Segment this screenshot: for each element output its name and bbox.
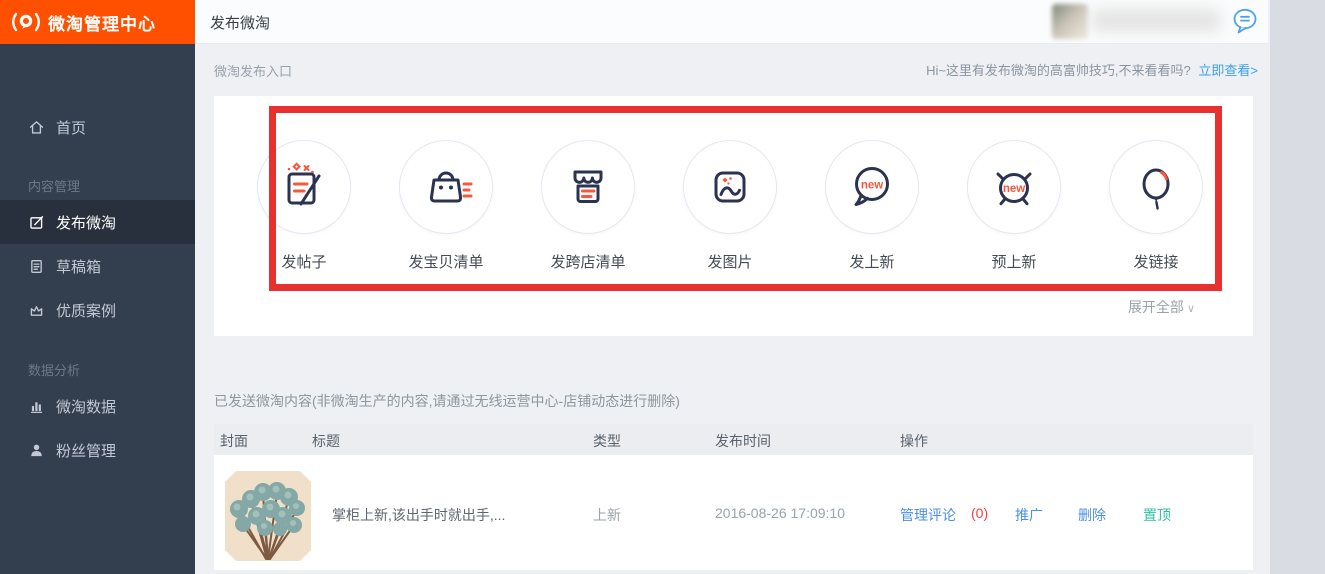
picture-icon — [683, 140, 777, 234]
promote-link[interactable]: 推广 — [1015, 505, 1043, 525]
svg-text:new: new — [861, 180, 883, 192]
sidebar-section-analytics: 数据分析 — [0, 354, 195, 384]
entry-icons-row: 发帖子 发宝贝清单 — [233, 140, 1227, 272]
col-header-publish-time: 发布时间 — [715, 431, 771, 451]
sidebar-item-publish-weitao[interactable]: 发布微淘 — [0, 200, 195, 244]
sidebar-item-label: 草稿箱 — [56, 256, 101, 277]
entry-item-label: 发帖子 — [281, 251, 326, 272]
entry-item-label: 发图片 — [707, 251, 752, 272]
avatar[interactable] — [1052, 4, 1088, 39]
pin-top-link[interactable]: 置顶 — [1143, 505, 1171, 525]
manage-comments-link[interactable]: 管理评论 — [900, 505, 956, 525]
comment-count: (0) — [971, 505, 988, 521]
sidebar-item-home[interactable]: 首页 — [0, 105, 195, 149]
storefront-icon — [541, 140, 635, 234]
main-content: 微淘发布入口 Hi~这里有发布微淘的高富帅技巧,不来看看吗? 立即查看> — [195, 44, 1268, 574]
entry-tip: Hi~这里有发布微淘的高富帅技巧,不来看看吗? 立即查看> — [926, 60, 1258, 79]
row-title: 掌柜上新,该出手时就出手,... — [332, 505, 505, 525]
sidebar-item-label: 发布微淘 — [56, 212, 116, 233]
entry-item-link[interactable]: 发链接 — [1085, 140, 1227, 272]
entry-section-label: 微淘发布入口 — [214, 61, 292, 80]
sidebar-item-label: 微淘数据 — [56, 396, 116, 417]
entry-card: 发帖子 发宝贝清单 — [214, 96, 1253, 336]
published-table: 封面 标题 类型 发布时间 操作 — [214, 424, 1253, 570]
alarm-new-icon: new — [967, 140, 1061, 234]
shopping-bag-icon — [399, 140, 493, 234]
broadcast-bubble-icon — [12, 8, 40, 36]
row-type: 上新 — [593, 505, 621, 525]
sidebar-item-label: 首页 — [56, 117, 86, 138]
table-header-row: 封面 标题 类型 发布时间 操作 — [214, 424, 1253, 455]
entry-item-label: 发跨店清单 — [550, 251, 625, 272]
user-icon — [28, 442, 45, 459]
tip-text: Hi~这里有发布微淘的高富帅技巧,不来看看吗? — [926, 63, 1191, 78]
cover-thumbnail[interactable] — [225, 471, 311, 561]
sidebar-item-label: 优质案例 — [56, 300, 116, 321]
col-header-title: 标题 — [312, 431, 340, 451]
entry-item-new-arrival[interactable]: new 发上新 — [801, 140, 943, 272]
home-icon — [28, 119, 45, 136]
svg-text:new: new — [1003, 183, 1025, 195]
entry-item-picture[interactable]: 发图片 — [659, 140, 801, 272]
entry-item-product-list[interactable]: 发宝贝清单 — [375, 140, 517, 272]
row-publish-time: 2016-08-26 17:09:10 — [715, 505, 845, 521]
brand-logo[interactable]: 微淘管理中心 — [0, 0, 195, 44]
sidebar-nav: 首页 内容管理 发布微淘 草稿箱 — [0, 44, 195, 472]
published-section-label: 已发送微淘内容(非微淘生产的内容,请通过无线运营中心-店铺动态进行删除) — [214, 391, 680, 411]
view-now-link[interactable]: 立即查看> — [1198, 63, 1258, 78]
entry-item-post[interactable]: 发帖子 — [233, 140, 375, 272]
expand-all-label: 展开全部 — [1128, 299, 1184, 315]
draft-doc-icon — [28, 258, 45, 275]
window-edge-strip — [1270, 0, 1325, 574]
entry-item-label: 发上新 — [849, 251, 894, 272]
delete-link[interactable]: 删除 — [1078, 505, 1106, 525]
sidebar-item-label: 粉丝管理 — [56, 440, 116, 461]
col-header-type: 类型 — [593, 431, 621, 451]
edit-square-icon — [28, 214, 45, 231]
topbar: 发布微淘 — [195, 0, 1268, 44]
table-row: 掌柜上新,该出手时就出手,... 上新 2016-08-26 17:09:10 … — [214, 455, 1253, 570]
entry-item-crossstore-list[interactable]: 发跨店清单 — [517, 140, 659, 272]
entry-item-pre-new[interactable]: new 预上新 — [943, 140, 1085, 272]
expand-all-button[interactable]: 展开全部∨ — [1128, 297, 1195, 317]
page-title: 发布微淘 — [210, 12, 270, 33]
sidebar-item-quality-cases[interactable]: 优质案例 — [0, 288, 195, 332]
entry-item-label: 发宝贝清单 — [408, 251, 483, 272]
brand-title: 微淘管理中心 — [48, 10, 156, 35]
bubble-new-icon: new — [825, 140, 919, 234]
sidebar-item-weitao-data[interactable]: 微淘数据 — [0, 384, 195, 428]
entry-item-label: 发链接 — [1133, 251, 1178, 272]
weitao-admin-app: 微淘管理中心 首页 内容管理 发布微淘 — [0, 0, 1325, 574]
balloon-icon — [1109, 140, 1203, 234]
post-pen-icon — [257, 140, 351, 234]
sidebar-item-drafts[interactable]: 草稿箱 — [0, 244, 195, 288]
chevron-down-icon: ∨ — [1187, 303, 1195, 315]
crown-icon — [28, 302, 45, 319]
sidebar: 微淘管理中心 首页 内容管理 发布微淘 — [0, 0, 195, 574]
bar-chart-icon — [28, 398, 45, 415]
sidebar-section-content: 内容管理 — [0, 170, 195, 200]
username-blurred — [1092, 9, 1220, 32]
sidebar-item-fans[interactable]: 粉丝管理 — [0, 428, 195, 472]
col-header-cover: 封面 — [220, 431, 248, 451]
message-bubble-icon[interactable] — [1231, 7, 1259, 35]
col-header-actions: 操作 — [900, 431, 928, 451]
entry-item-label: 预上新 — [991, 251, 1036, 272]
